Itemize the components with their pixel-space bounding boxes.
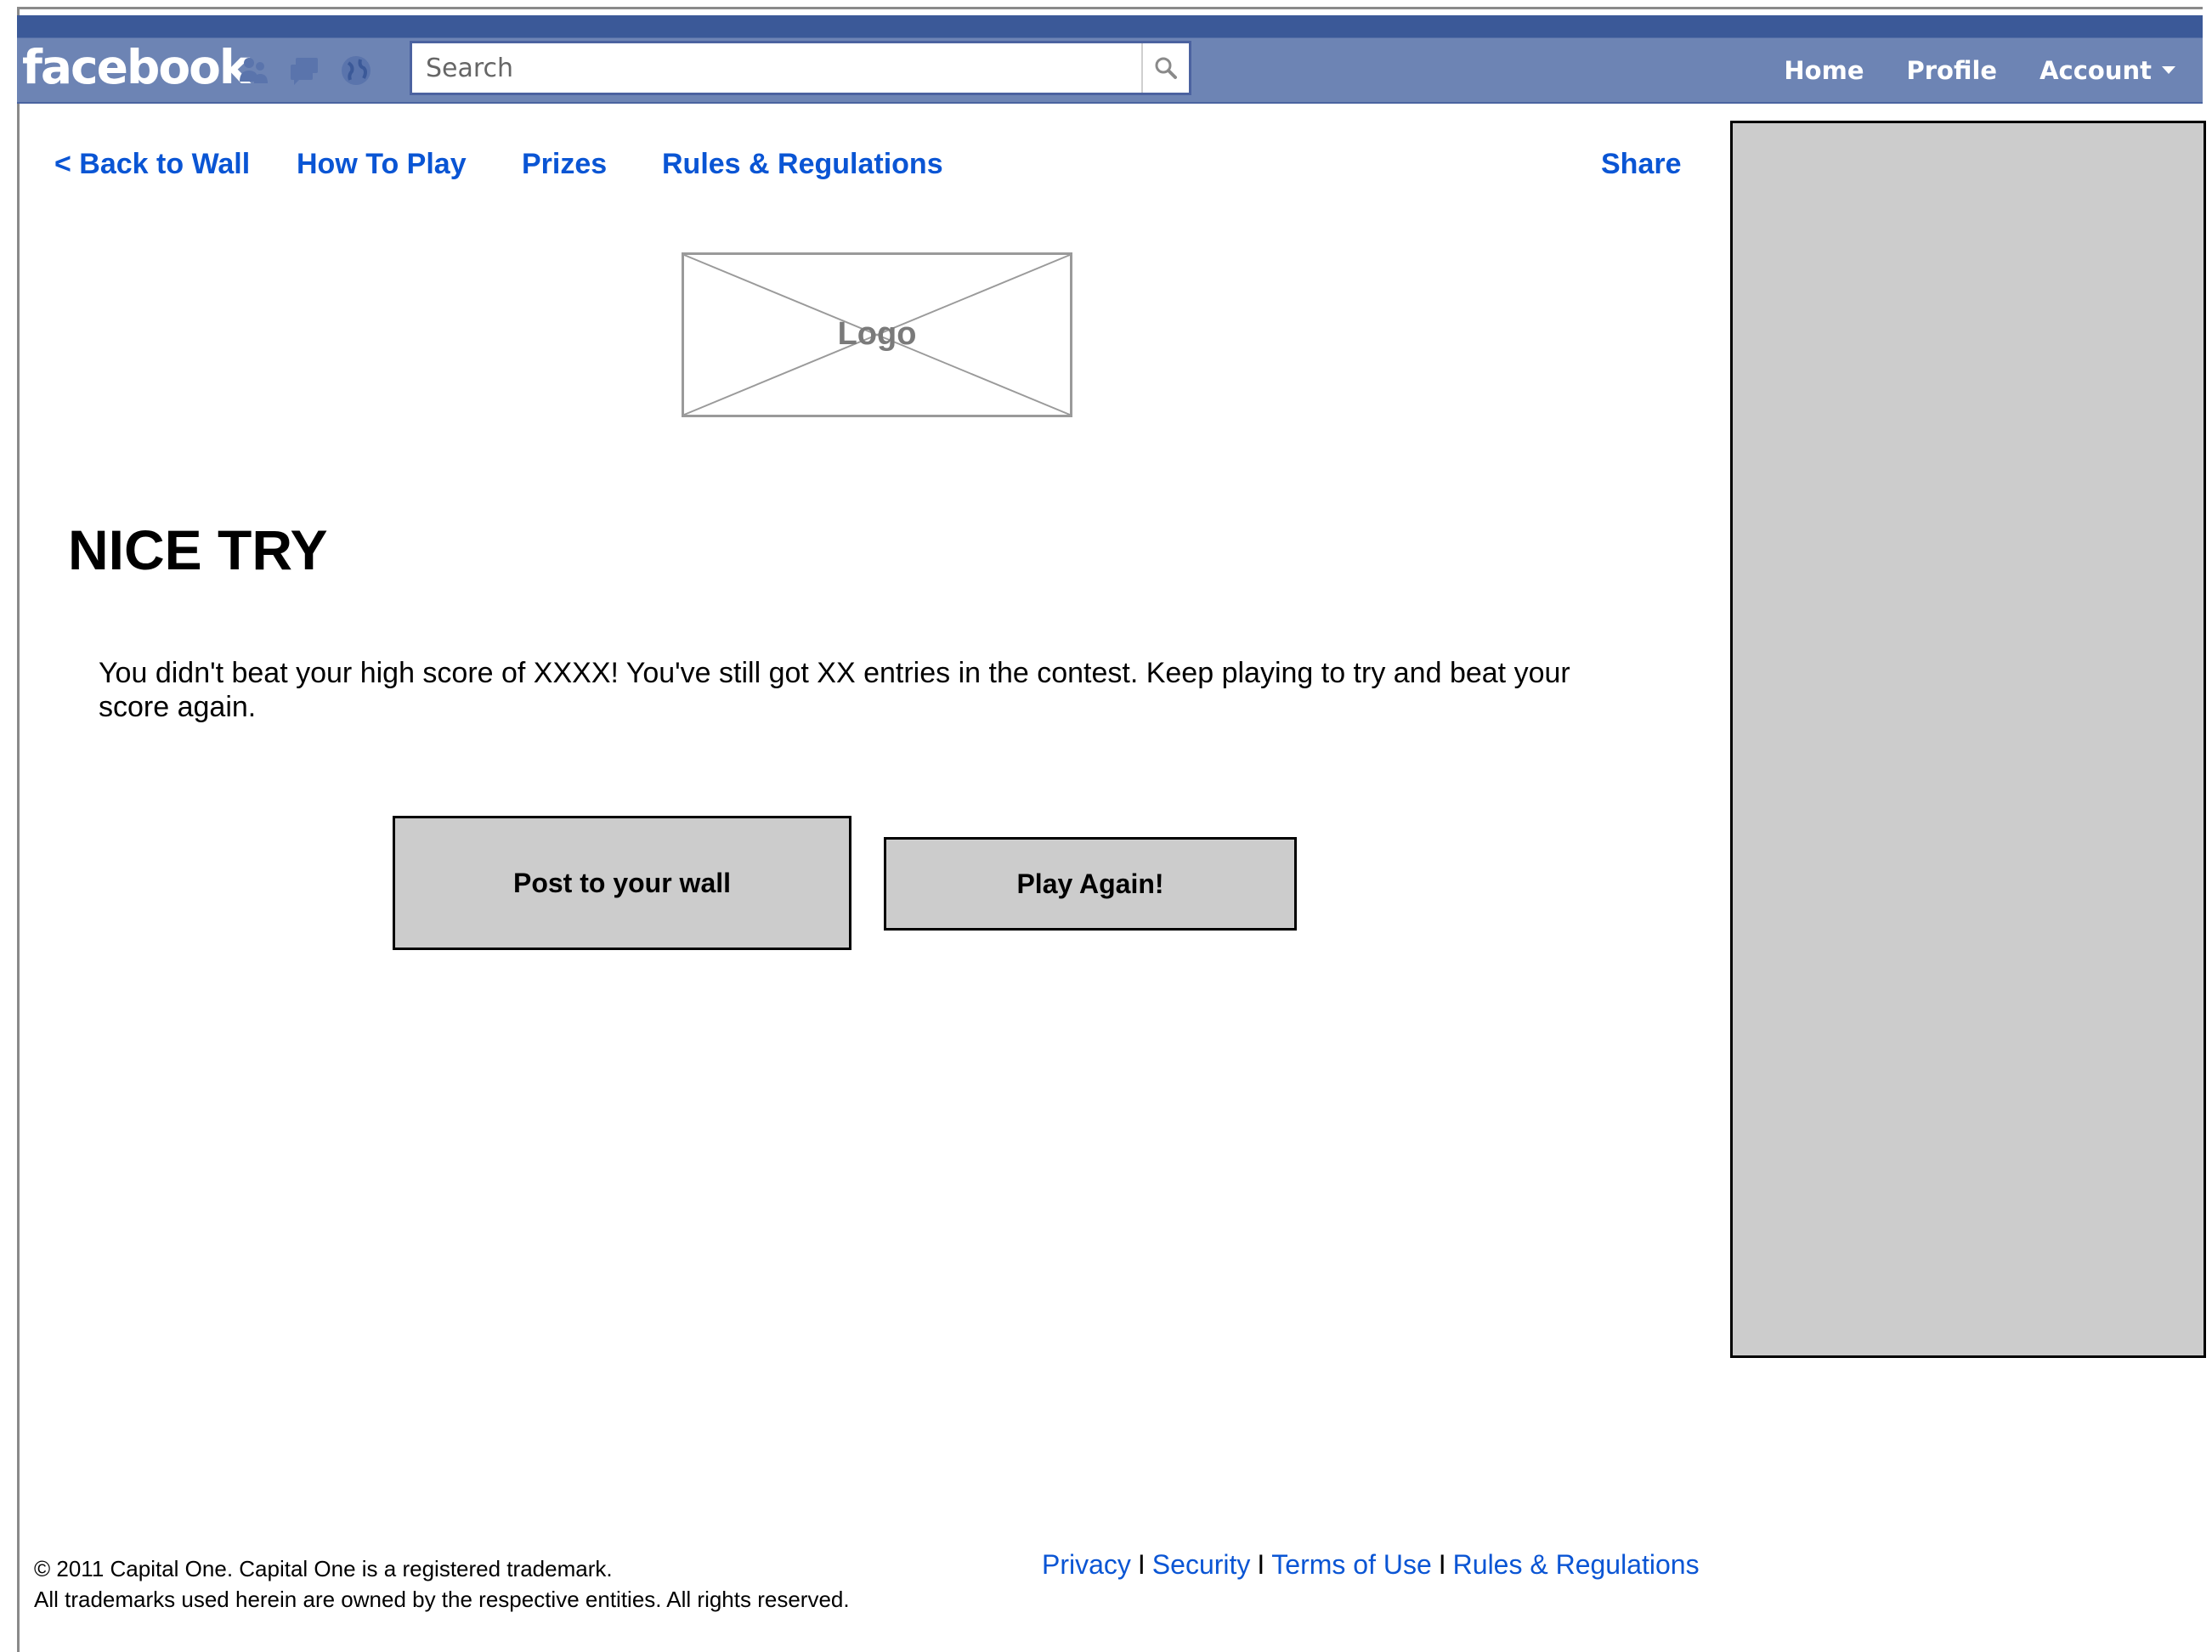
prizes-link[interactable]: Prizes — [522, 148, 607, 181]
footer-privacy-link[interactable]: Privacy — [1042, 1549, 1131, 1580]
post-to-wall-button[interactable]: Post to your wall — [393, 816, 851, 950]
footer-legal: © 2011 Capital One. Capital One is a reg… — [34, 1553, 850, 1615]
back-to-wall-link[interactable]: < Back to Wall — [54, 148, 250, 181]
footer-security-link[interactable]: Security — [1152, 1549, 1251, 1580]
footer-separator: I — [1438, 1549, 1446, 1580]
logo-label: Logo — [837, 316, 917, 352]
search-button[interactable] — [1141, 43, 1189, 93]
friend-requests-icon[interactable] — [236, 53, 272, 88]
footer-separator: I — [1137, 1549, 1146, 1580]
footer-separator: I — [1257, 1549, 1265, 1580]
chevron-down-icon — [2162, 65, 2175, 74]
search-icon — [1155, 57, 1177, 79]
trademark-text: All trademarks used herein are owned by … — [34, 1587, 850, 1612]
nav-home[interactable]: Home — [1784, 56, 1864, 85]
footer-terms-link[interactable]: Terms of Use — [1271, 1549, 1431, 1580]
notification-jewels — [236, 53, 374, 88]
notifications-globe-icon[interactable] — [338, 53, 374, 88]
footer-links: Privacy I Security I Terms of Use I Rules & Re… — [1042, 1549, 1700, 1581]
footer-rules-link[interactable]: Rules & Regulations — [1453, 1549, 1700, 1580]
messages-icon[interactable] — [287, 53, 323, 88]
play-again-button[interactable]: Play Again! — [884, 837, 1297, 931]
result-headline: NICE TRY — [68, 518, 328, 581]
nav-account-label: Account — [2039, 56, 2152, 85]
copyright-text: © 2011 Capital One. Capital One is a reg… — [34, 1556, 613, 1581]
result-message: You didn't beat your high score of XXXX!… — [99, 657, 1570, 723]
facebook-nav: Home Profile Account — [1784, 56, 2175, 85]
rules-regulations-link[interactable]: Rules & Regulations — [662, 148, 943, 181]
facebook-header: facebook Home Profile Account — [17, 15, 2203, 104]
search-box — [410, 41, 1191, 95]
facebook-logo[interactable]: facebook — [22, 44, 250, 91]
nav-profile[interactable]: Profile — [1907, 56, 1998, 85]
search-input[interactable] — [412, 43, 1126, 93]
nav-account[interactable]: Account — [2039, 56, 2175, 85]
sidebar-ad-placeholder — [1730, 121, 2206, 1358]
share-link[interactable]: Share — [1601, 148, 1682, 181]
how-to-play-link[interactable]: How To Play — [297, 148, 467, 181]
logo-placeholder: Logo — [682, 252, 1072, 417]
